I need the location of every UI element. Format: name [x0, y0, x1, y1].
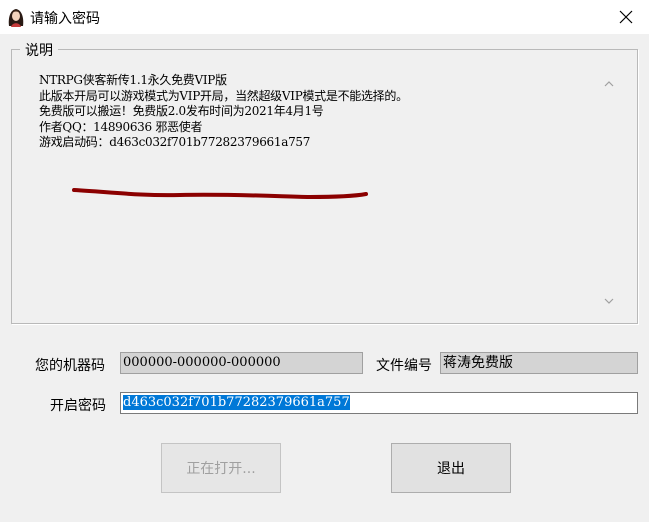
title-bar: 请输入密码: [0, 0, 649, 34]
dialog-client-area: 说明 NTRPG侠客新传1.1永久免费VIP版 此版本开局可以游戏模式为VIP开…: [0, 34, 649, 522]
notes-line: NTRPG侠客新传1.1永久免费VIP版: [39, 73, 227, 87]
password-label: 开启密码: [50, 398, 106, 414]
app-avatar-icon: [8, 9, 24, 27]
notes-line: 此版本开局可以游戏模式为VIP开局，当然超级VIP模式是不能选择的。: [39, 88, 408, 103]
close-icon: [619, 10, 633, 24]
notes-line: 免费版可以搬运！免费版2.0发布时间为2021年4月1号: [39, 104, 324, 118]
close-button[interactable]: [603, 0, 649, 34]
file-number-field[interactable]: 蒋涛免费版: [440, 352, 638, 374]
exit-button[interactable]: 退出: [391, 443, 511, 493]
machine-code-field[interactable]: 000000-000000-000000: [120, 352, 363, 374]
file-number-label: 文件编号: [376, 358, 432, 374]
password-input[interactable]: d463c032f701b77282379661a757: [120, 392, 638, 414]
open-button[interactable]: 正在打开...: [161, 443, 281, 493]
notes-line: 游戏启动码：d463c032f701b77282379661a757: [39, 135, 311, 149]
notes-line: 作者QQ：14890636 邪恶使者: [39, 119, 203, 134]
open-button-label: 正在打开...: [186, 461, 256, 477]
notes-text: NTRPG侠客新传1.1永久免费VIP版 此版本开局可以游戏模式为VIP开局，当…: [39, 73, 408, 151]
exit-button-label: 退出: [437, 461, 465, 477]
handwritten-underline-mark: [72, 188, 368, 200]
password-selected-text: d463c032f701b77282379661a757: [123, 395, 350, 410]
notes-group-label: 说明: [20, 40, 58, 60]
scroll-down-arrow-icon[interactable]: [602, 294, 616, 308]
machine-code-label: 您的机器码: [35, 358, 105, 374]
window-title: 请输入密码: [30, 11, 100, 27]
scroll-up-arrow-icon[interactable]: [602, 77, 616, 91]
